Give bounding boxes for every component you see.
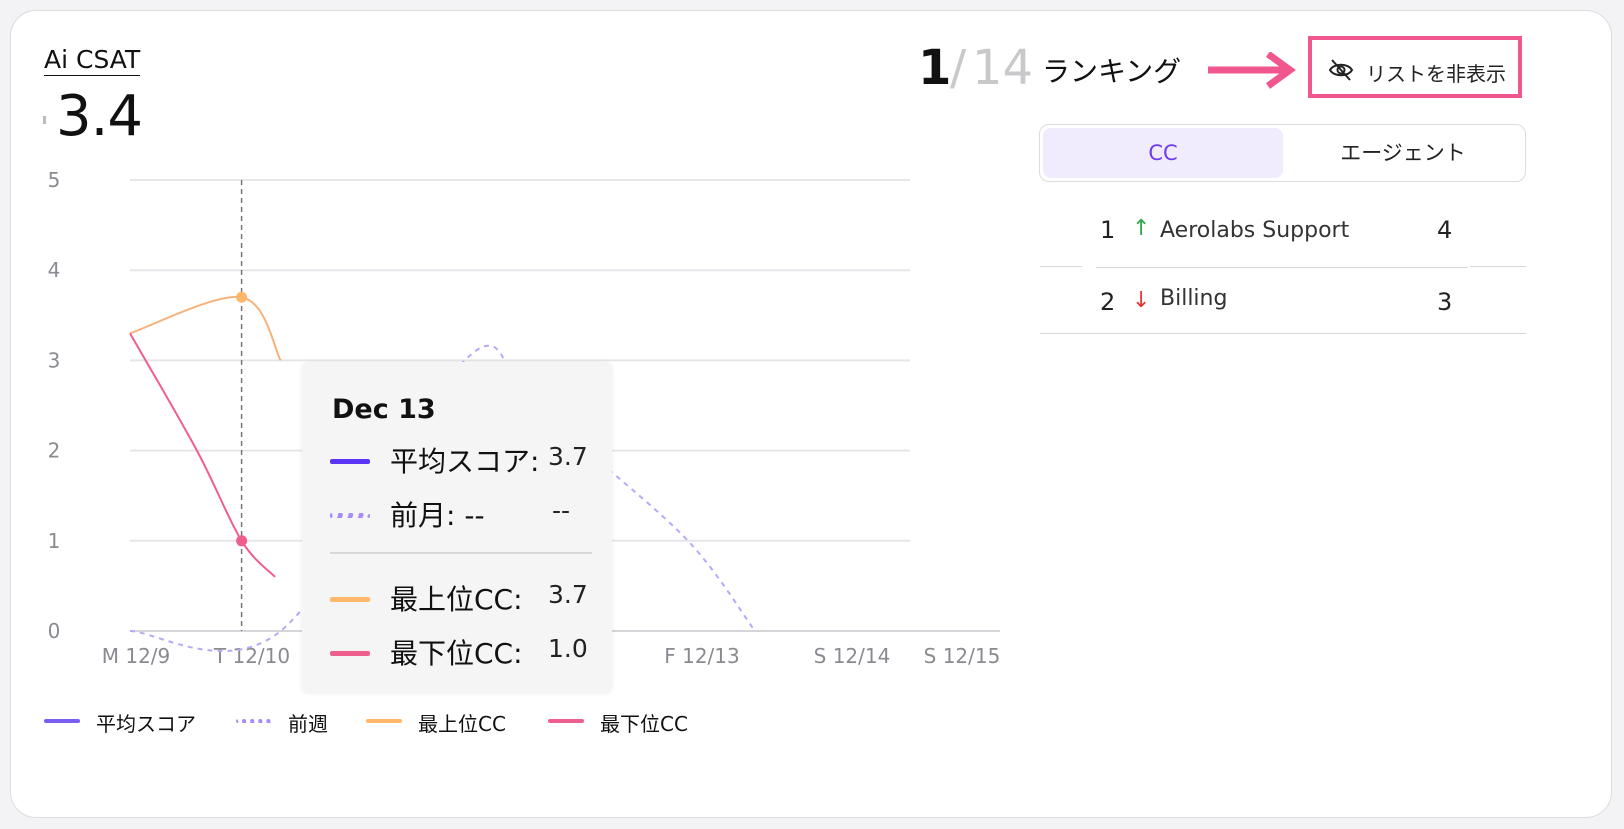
tooltip-label: 最下位CC: xyxy=(390,637,523,670)
tooltip-swatch-bottom xyxy=(330,651,370,656)
x-tick-label: F 12/13 xyxy=(664,644,740,668)
tooltip-value: 3.7 xyxy=(548,442,588,471)
hide-list-button[interactable]: リストを非表示 xyxy=(1308,36,1522,98)
x-tick-label: S 12/15 xyxy=(924,644,1001,668)
divider xyxy=(1040,333,1526,334)
tooltip-row-previous: 前月: -- -- xyxy=(330,494,600,534)
divider xyxy=(1096,267,1468,268)
tooltip-value: 1.0 xyxy=(548,634,588,663)
legend-label: 最上位CC xyxy=(418,712,506,736)
y-tick-label: 3 xyxy=(48,348,61,372)
list-item[interactable]: 1 ↑ Aerolabs Support 4 xyxy=(1040,202,1526,270)
tooltip-label: 最上位CC: xyxy=(390,583,523,616)
tooltip-row-bottom: 最下位CC: 1.0 xyxy=(330,632,600,672)
list-item-rank: 1 xyxy=(1100,216,1116,244)
ranking-label: ランキング xyxy=(1042,55,1182,88)
ranking-total: 14 xyxy=(972,40,1034,96)
tab-cc[interactable]: CC xyxy=(1043,128,1283,178)
list-item[interactable]: 2 ↓ Billing 3 xyxy=(1040,270,1526,338)
x-tick-label: S 12/14 xyxy=(814,644,891,668)
tooltip-row-top: 最上位CC: 3.7 xyxy=(330,578,600,618)
list-item-name: Aerolabs Support xyxy=(1160,218,1350,243)
y-tick-label: 4 xyxy=(48,258,61,282)
series-line xyxy=(129,295,282,361)
arrow-right-annotation-icon xyxy=(1208,52,1296,89)
tooltip-swatch-previous xyxy=(330,513,370,518)
y-tick-label: 1 xyxy=(48,529,61,553)
y-tick-label: 2 xyxy=(48,439,61,463)
tooltip-swatch-average xyxy=(330,459,370,464)
eye-off-icon xyxy=(1328,59,1354,81)
legend-swatch xyxy=(548,719,584,723)
ranking-separator: / xyxy=(950,40,967,96)
data-point xyxy=(236,535,248,547)
ranking-current: 1 xyxy=(918,40,952,96)
list-item-score: 4 xyxy=(1437,216,1453,244)
trend-down-icon: ↓ xyxy=(1132,288,1151,313)
legend-label: 前週 xyxy=(288,712,328,736)
ranking-tabs: CC エージェント xyxy=(1039,124,1526,182)
tooltip-title: Dec 13 xyxy=(332,394,436,425)
legend-swatch xyxy=(44,719,80,723)
tooltip-label: 平均スコア: xyxy=(390,445,540,478)
tooltip-row-average: 平均スコア: 3.7 xyxy=(330,440,600,480)
y-tick-label: 0 xyxy=(48,619,61,643)
data-point xyxy=(236,291,248,303)
tooltip-divider xyxy=(330,552,592,554)
divider xyxy=(1040,266,1082,267)
y-tick-label: 5 xyxy=(48,168,61,192)
legend-swatch xyxy=(366,719,402,723)
chart-tooltip: Dec 13 平均スコア: 3.7 前月: -- -- 最上位CC: 3.7 最… xyxy=(302,362,612,692)
list-item-name: Billing xyxy=(1160,286,1228,311)
tooltip-swatch-top xyxy=(330,597,370,602)
legend-label: 最下位CC xyxy=(600,712,688,736)
legend-swatch xyxy=(236,719,272,723)
tooltip-value: 3.7 xyxy=(548,580,588,609)
tooltip-value: -- xyxy=(552,496,571,525)
list-item-score: 3 xyxy=(1437,288,1453,316)
tab-agent[interactable]: エージェント xyxy=(1283,128,1523,178)
legend-label: 平均スコア xyxy=(96,712,196,736)
trend-up-icon: ↑ xyxy=(1132,216,1151,241)
list-item-rank: 2 xyxy=(1100,288,1116,316)
hide-list-label: リストを非表示 xyxy=(1366,62,1506,86)
divider xyxy=(1470,266,1526,267)
tooltip-label: 前月: -- xyxy=(390,499,485,532)
x-tick-label: M 12/9 xyxy=(102,644,171,668)
